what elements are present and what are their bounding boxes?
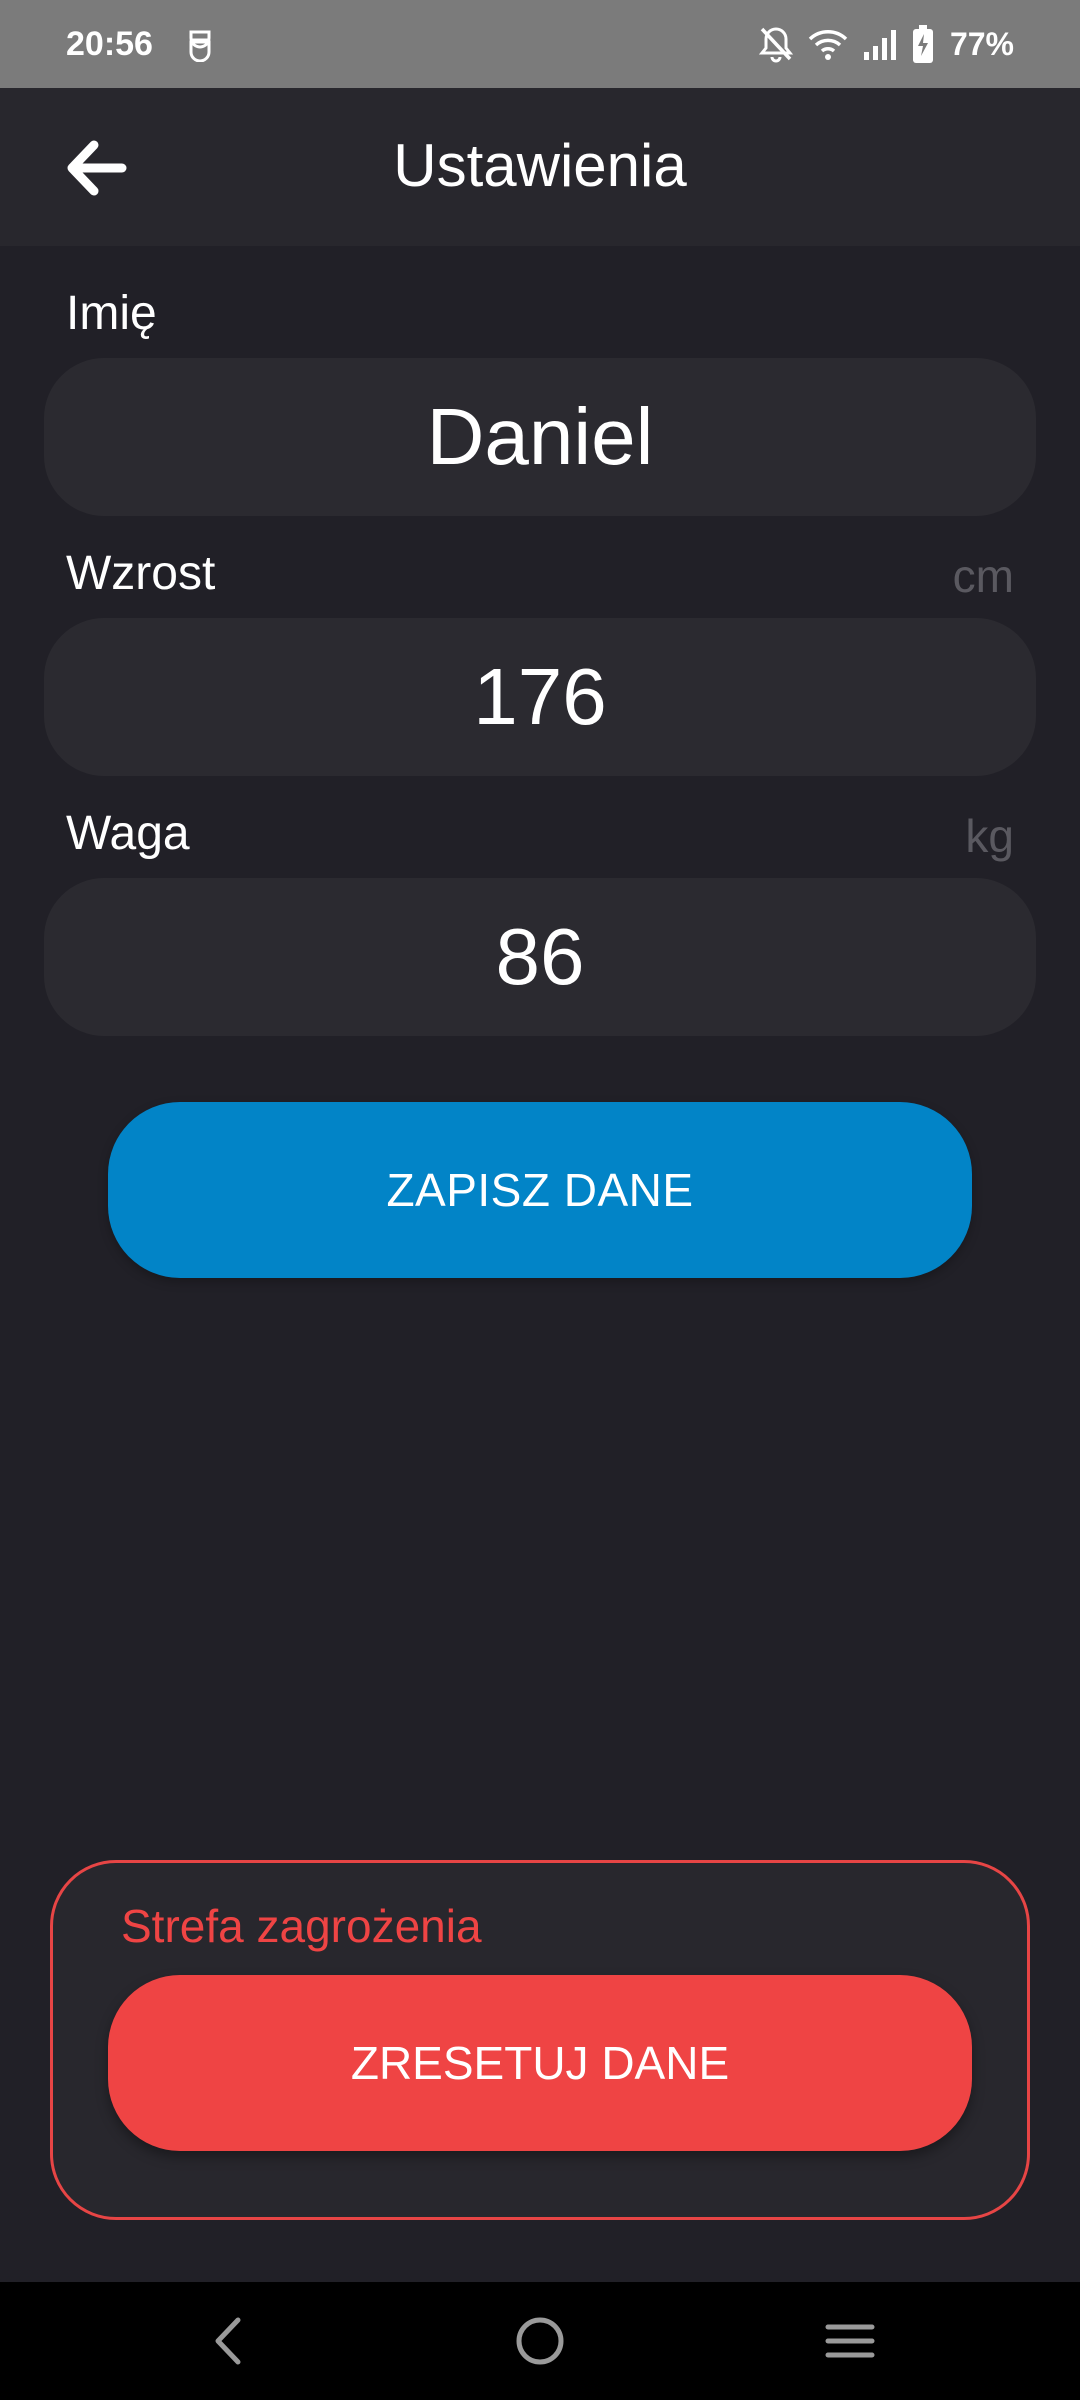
- battery-charging-icon: [912, 25, 934, 63]
- back-nav-icon: [215, 2317, 241, 2365]
- save-button[interactable]: ZAPISZ DANE: [108, 1102, 972, 1278]
- status-icons: 77%: [758, 22, 1014, 66]
- danger-zone: Strefa zagrożenia ZRESETUJ DANE: [50, 1860, 1030, 2220]
- nav-back-button[interactable]: [188, 2306, 268, 2376]
- navigation-bar: [0, 2282, 1080, 2400]
- danger-zone-title: Strefa zagrożenia: [121, 1900, 482, 1952]
- bell-off-icon: [758, 25, 794, 63]
- status-bar: 20:56 77%: [0, 0, 1080, 88]
- app-notification-icon: [186, 26, 214, 63]
- nav-recents-button[interactable]: [810, 2306, 890, 2376]
- signal-icon: [862, 28, 898, 60]
- wifi-icon: [808, 27, 848, 61]
- reset-button[interactable]: ZRESETUJ DANE: [108, 1975, 972, 2151]
- home-nav-icon: [516, 2317, 564, 2365]
- height-label: Wzrost: [66, 547, 216, 600]
- weight-unit: kg: [965, 810, 1014, 862]
- height-unit: cm: [952, 550, 1014, 602]
- page-title: Ustawienia: [393, 132, 687, 199]
- nav-home-button[interactable]: [500, 2306, 580, 2376]
- app-bar: Ustawienia: [0, 88, 1080, 246]
- weight-input[interactable]: [44, 878, 1036, 1036]
- recents-nav-icon: [825, 2324, 875, 2358]
- battery-percent: 77%: [949, 26, 1014, 62]
- height-input[interactable]: [44, 618, 1036, 776]
- weight-label: Waga: [66, 807, 190, 860]
- name-input[interactable]: [44, 358, 1036, 516]
- status-time: 20:56: [66, 25, 153, 63]
- name-label: Imię: [66, 287, 157, 340]
